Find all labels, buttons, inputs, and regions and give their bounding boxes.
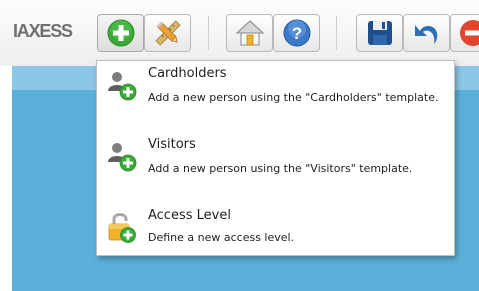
toolbar-separator: [336, 16, 337, 50]
menu-item-description: Define a new access level.: [148, 231, 295, 244]
application-window: IAXESS ? Cardholders Add a new person us…: [0, 0, 479, 291]
person-add-icon: [108, 143, 137, 172]
cancel-button[interactable]: [450, 14, 479, 52]
help-icon: ?: [283, 19, 310, 47]
app-logo: IAXESS: [13, 21, 73, 41]
menu-item-visitors[interactable]: Visitors Add a new person using the "Vis…: [97, 132, 454, 194]
menu-item-description: Add a new person using the "Visitors" te…: [148, 162, 413, 175]
save-icon: [367, 21, 392, 45]
undo-button[interactable]: [403, 14, 450, 52]
toolbar-separator: [208, 16, 209, 50]
lock-add-icon: [108, 213, 136, 243]
add-button[interactable]: [97, 14, 144, 52]
menu-item-title: Cardholders: [148, 66, 227, 81]
plus-circle-icon: [107, 19, 134, 47]
save-button[interactable]: [356, 14, 403, 52]
menu-item-title: Access Level: [148, 208, 231, 223]
person-add-icon: [108, 72, 137, 101]
menu-item-access-level[interactable]: Access Level Define a new access level.: [97, 203, 454, 253]
svg-text:?: ?: [291, 24, 301, 43]
tools-button[interactable]: [144, 14, 191, 52]
menu-item-description: Add a new person using the "Cardholders"…: [148, 91, 439, 104]
menu-item-title: Visitors: [148, 137, 196, 152]
undo-icon: [414, 25, 437, 44]
toolbar: IAXESS ?: [0, 0, 479, 67]
help-button[interactable]: ?: [273, 14, 320, 52]
home-icon: [235, 20, 264, 46]
home-button[interactable]: [226, 14, 273, 52]
menu-item-cardholders[interactable]: Cardholders Add a new person using the "…: [97, 61, 454, 123]
left-margin: [0, 66, 12, 291]
cancel-icon: [460, 20, 479, 46]
pencil-ruler-icon: [154, 20, 181, 46]
add-dropdown-menu: Cardholders Add a new person using the "…: [96, 60, 455, 256]
